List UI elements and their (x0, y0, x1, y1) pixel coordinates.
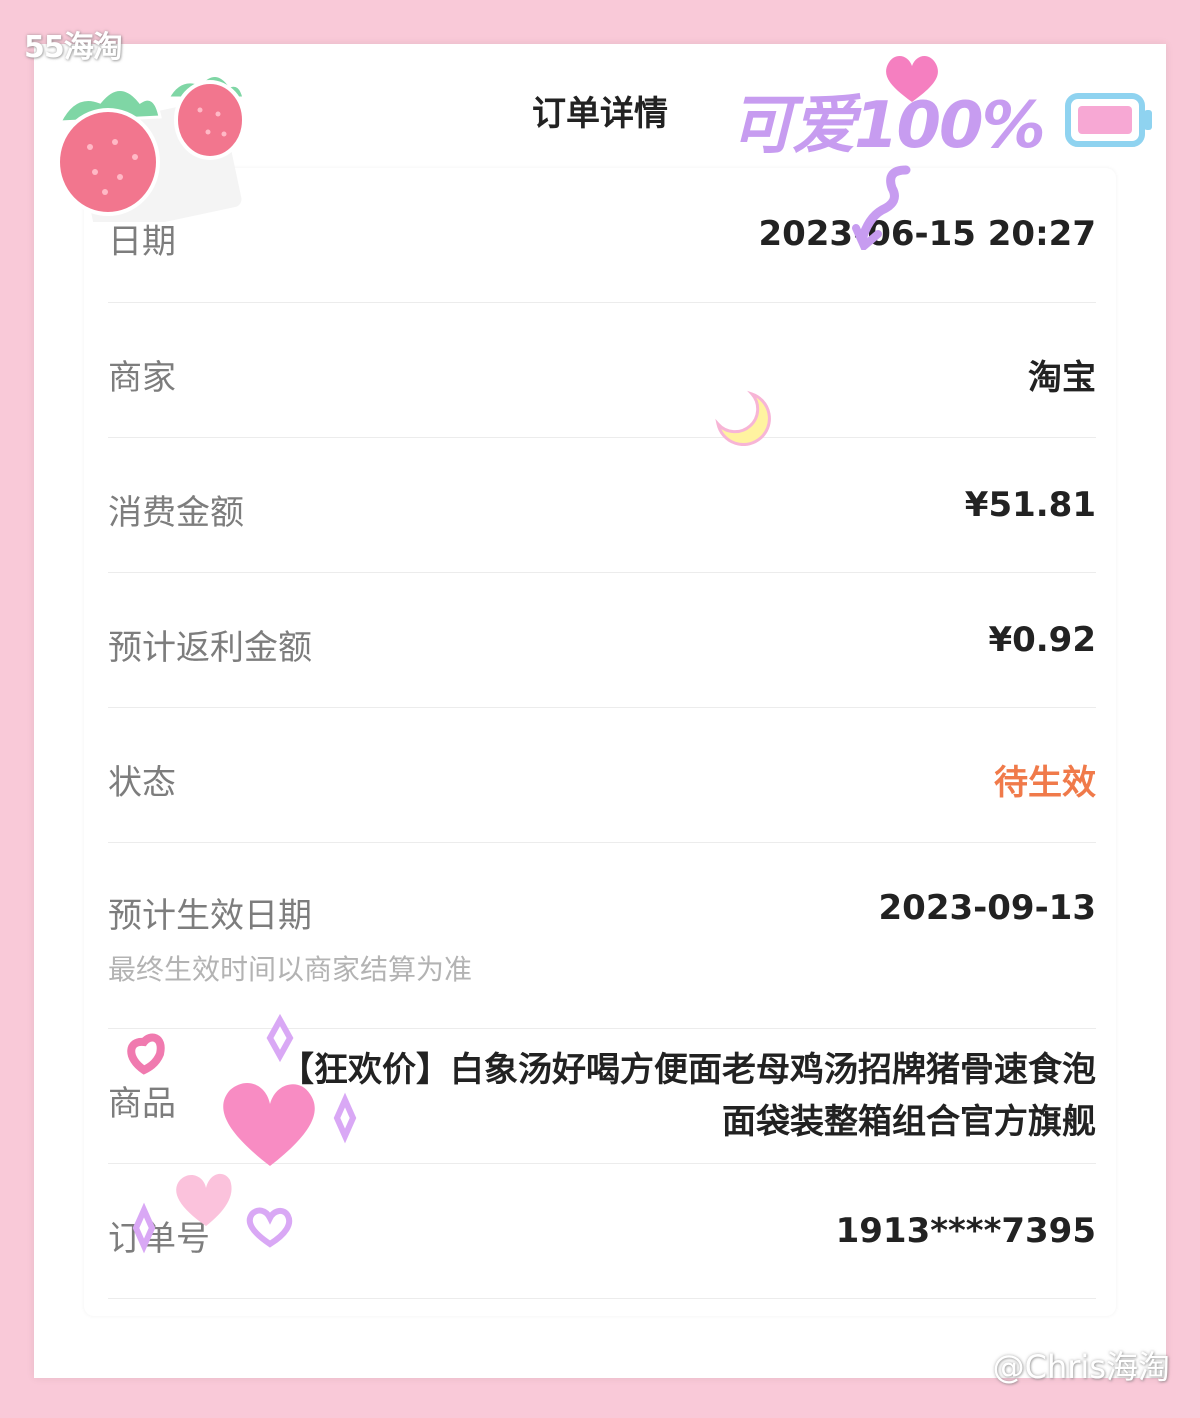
row-status: 状态 待生效 (108, 707, 1096, 843)
merchant-value: 淘宝 (1028, 358, 1096, 398)
row-product: 商品 【狂欢价】白象汤好喝方便面老母鸡汤招牌猪骨速食泡面袋装整箱组合官方旗舰 (108, 1028, 1096, 1164)
amount-value: ¥51.81 (964, 485, 1096, 525)
row-effective-date: 预计生效日期 2023-09-13 最终生效时间以商家结算为准 (108, 842, 1096, 1029)
product-name: 【狂欢价】白象汤好喝方便面老母鸡汤招牌猪骨速食泡面袋装整箱组合官方旗舰 (280, 1050, 1096, 1142)
row-date: 日期 2023-06-15 20:27 (108, 200, 1096, 303)
watermark-top-left: 55海淘 (24, 30, 123, 65)
product-label: 商品 (108, 1084, 176, 1124)
merchant-label: 商家 (108, 358, 176, 398)
effective-date-label: 预计生效日期 (108, 896, 312, 936)
date-value: 2023-06-15 20:27 (758, 214, 1096, 254)
rebate-label: 预计返利金额 (108, 628, 312, 668)
row-rebate: 预计返利金额 ¥0.92 (108, 572, 1096, 708)
status-badge: 待生效 (994, 763, 1096, 803)
row-order-number: 订单号 1913****7395 (108, 1163, 1096, 1299)
watermark-bottom-right: @Chris海淘 (992, 1348, 1170, 1386)
effective-date-note: 最终生效时间以商家结算为准 (108, 953, 473, 986)
order-number-value: 1913****7395 (835, 1211, 1096, 1251)
row-amount: 消费金额 ¥51.81 (108, 437, 1096, 573)
date-label: 日期 (108, 222, 176, 262)
cute-100-sticker: 可爱100% (730, 89, 1046, 163)
rebate-value: ¥0.92 (988, 620, 1096, 660)
row-merchant: 商家 淘宝 (108, 302, 1096, 438)
order-number-label: 订单号 (108, 1219, 210, 1259)
status-label: 状态 (108, 763, 176, 803)
amount-label: 消费金额 (108, 493, 244, 533)
effective-date-value: 2023-09-13 (878, 888, 1096, 928)
